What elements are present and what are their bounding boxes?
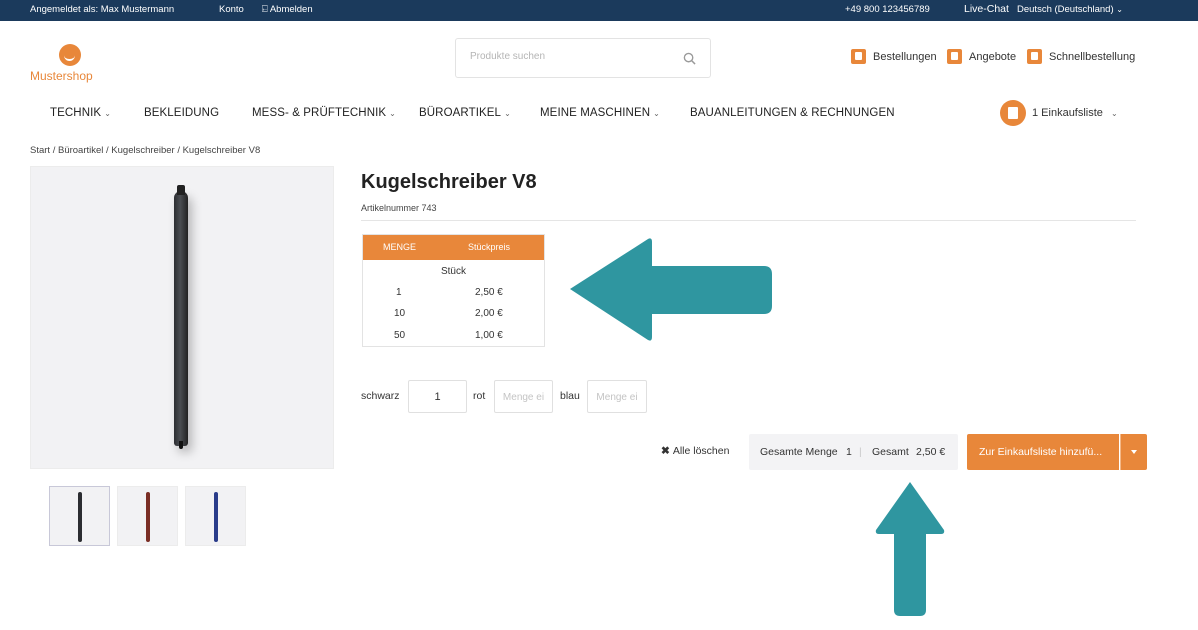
- thumbnail-pen-red: [146, 492, 150, 542]
- black-label: schwarz: [361, 390, 400, 402]
- table-row-price: 2,50 €: [475, 287, 503, 298]
- orders-label: Bestellungen: [873, 50, 937, 63]
- thumbnail-blue[interactable]: [185, 486, 246, 546]
- shopping-list-selector[interactable]: 1 Einkaufsliste ⌄: [1032, 107, 1118, 119]
- nav-item-technik[interactable]: TECHNIK ⌄: [50, 107, 111, 119]
- thumbnail-black[interactable]: [49, 486, 110, 546]
- divider: [361, 220, 1136, 221]
- pen-image: [174, 185, 188, 449]
- offers-link[interactable]: Angebote: [947, 49, 1016, 64]
- add-options-dropdown-button[interactable]: [1120, 434, 1147, 470]
- price-table-header: MENGE Stückpreis: [363, 235, 544, 260]
- nav-item-bauanleitungen[interactable]: BAUANLEITUNGEN & RECHNUNGEN: [690, 107, 895, 119]
- price-column-header: Stückpreis: [468, 242, 511, 252]
- total-quantity-label: Gesamte Menge: [760, 446, 838, 458]
- article-number: Artikelnummer 743: [361, 203, 437, 213]
- offers-label: Angebote: [969, 50, 1017, 63]
- nav-item-bekleidung[interactable]: BEKLEIDUNG: [144, 107, 219, 119]
- red-quantity-input[interactable]: [494, 380, 553, 413]
- language-selector[interactable]: Deutsch (Deutschland) ⌄: [1017, 4, 1123, 15]
- chevron-down-icon: ⌄: [653, 109, 660, 118]
- quick-order-link[interactable]: Schnellbestellung: [1027, 49, 1135, 64]
- clear-all-label: Alle löschen: [672, 445, 730, 457]
- nav-label: MESS- & PRÜFTECHNIK: [252, 107, 387, 119]
- account-link[interactable]: Konto: [219, 4, 244, 15]
- breadcrumb[interactable]: Start / Büroartikel / Kugelschreiber / K…: [30, 145, 260, 156]
- arrow-left-annotation: [570, 238, 772, 341]
- chevron-down-icon: ⌄: [389, 109, 396, 118]
- total-value: 2,50 €: [916, 446, 946, 458]
- search-icon[interactable]: [683, 52, 696, 65]
- clear-all-button[interactable]: ✖ Alle löschen: [661, 445, 729, 457]
- logged-in-as-text: Angemeldet als: Max Mustermann: [30, 4, 175, 15]
- product-main-image[interactable]: [30, 166, 334, 469]
- logout-link[interactable]: ⍇ Abmelden: [262, 4, 313, 15]
- table-row-qty: 1: [396, 287, 402, 298]
- chevron-down-icon: ⌄: [504, 109, 511, 118]
- price-table: MENGE Stückpreis Stück 1 2,50 € 10 2,00 …: [362, 234, 545, 347]
- language-label: Deutsch (Deutschland): [1017, 4, 1114, 15]
- tag-icon: [947, 49, 962, 64]
- search-box: [455, 38, 711, 78]
- thumbnail-pen-black: [78, 492, 82, 542]
- red-label: rot: [473, 390, 486, 402]
- thumbnail-red[interactable]: [117, 486, 178, 546]
- black-quantity-input[interactable]: [408, 380, 467, 413]
- shopping-list-label: 1 Einkaufsliste: [1032, 107, 1103, 119]
- nav-label: TECHNIK: [50, 107, 102, 119]
- totals-summary: Gesamte Menge 1 | Gesamt 2,50 €: [749, 434, 958, 470]
- price-unit-label: Stück: [440, 266, 466, 277]
- close-icon: ✖: [661, 445, 670, 457]
- chevron-down-icon: ⌄: [1116, 5, 1123, 14]
- table-row-price: 2,00 €: [475, 308, 503, 319]
- search-input[interactable]: [470, 51, 670, 62]
- quick-order-label: Schnellbestellung: [1049, 50, 1136, 63]
- table-row-price: 1,00 €: [475, 330, 503, 341]
- thumbnail-pen-blue: [214, 492, 218, 542]
- blue-label: blau: [560, 390, 580, 402]
- totals-separator: |: [859, 446, 862, 458]
- qty-column-header: MENGE: [383, 242, 417, 252]
- total-quantity-value: 1: [846, 446, 852, 458]
- nav-label: MEINE MASCHINEN: [540, 107, 651, 119]
- chevron-down-icon: ⌄: [1111, 109, 1118, 118]
- logout-icon: ⍇: [262, 4, 268, 15]
- blue-quantity-input[interactable]: [587, 380, 647, 413]
- nav-item-meine-maschinen[interactable]: MEINE MASCHINEN ⌄: [540, 107, 660, 119]
- logo-icon: [59, 44, 81, 66]
- lightning-icon: [1027, 49, 1042, 64]
- shopping-list-icon[interactable]: [1000, 100, 1026, 126]
- total-label: Gesamt: [872, 446, 909, 458]
- live-chat-link[interactable]: Live-Chat: [964, 3, 1009, 15]
- add-to-shopping-list-button[interactable]: Zur Einkaufsliste hinzufü...: [967, 434, 1119, 470]
- orders-link[interactable]: Bestellungen: [851, 49, 937, 64]
- orders-icon: [851, 49, 866, 64]
- logo-text: Mustershop: [30, 69, 93, 83]
- shop-logo[interactable]: Mustershop: [30, 44, 110, 83]
- logout-label: Abmelden: [269, 4, 313, 15]
- nav-item-messtechnik[interactable]: MESS- & PRÜFTECHNIK ⌄: [252, 107, 396, 119]
- table-row-qty: 50: [394, 330, 406, 341]
- nav-label: BEKLEIDUNG: [144, 107, 220, 119]
- nav-item-bueroartikel[interactable]: BÜROARTIKEL ⌄: [419, 107, 511, 119]
- nav-label: BÜROARTIKEL: [419, 107, 502, 119]
- arrow-up-annotation: [875, 482, 945, 616]
- top-bar: Angemeldet als: Max Mustermann Konto ⍇ A…: [0, 0, 1198, 21]
- product-title: Kugelschreiber V8: [361, 171, 537, 193]
- table-row-qty: 10: [394, 308, 406, 319]
- phone-number: +49 800 123456789: [845, 4, 930, 15]
- chevron-down-icon: ⌄: [104, 109, 111, 118]
- nav-label: BAUANLEITUNGEN & RECHNUNGEN: [690, 107, 895, 119]
